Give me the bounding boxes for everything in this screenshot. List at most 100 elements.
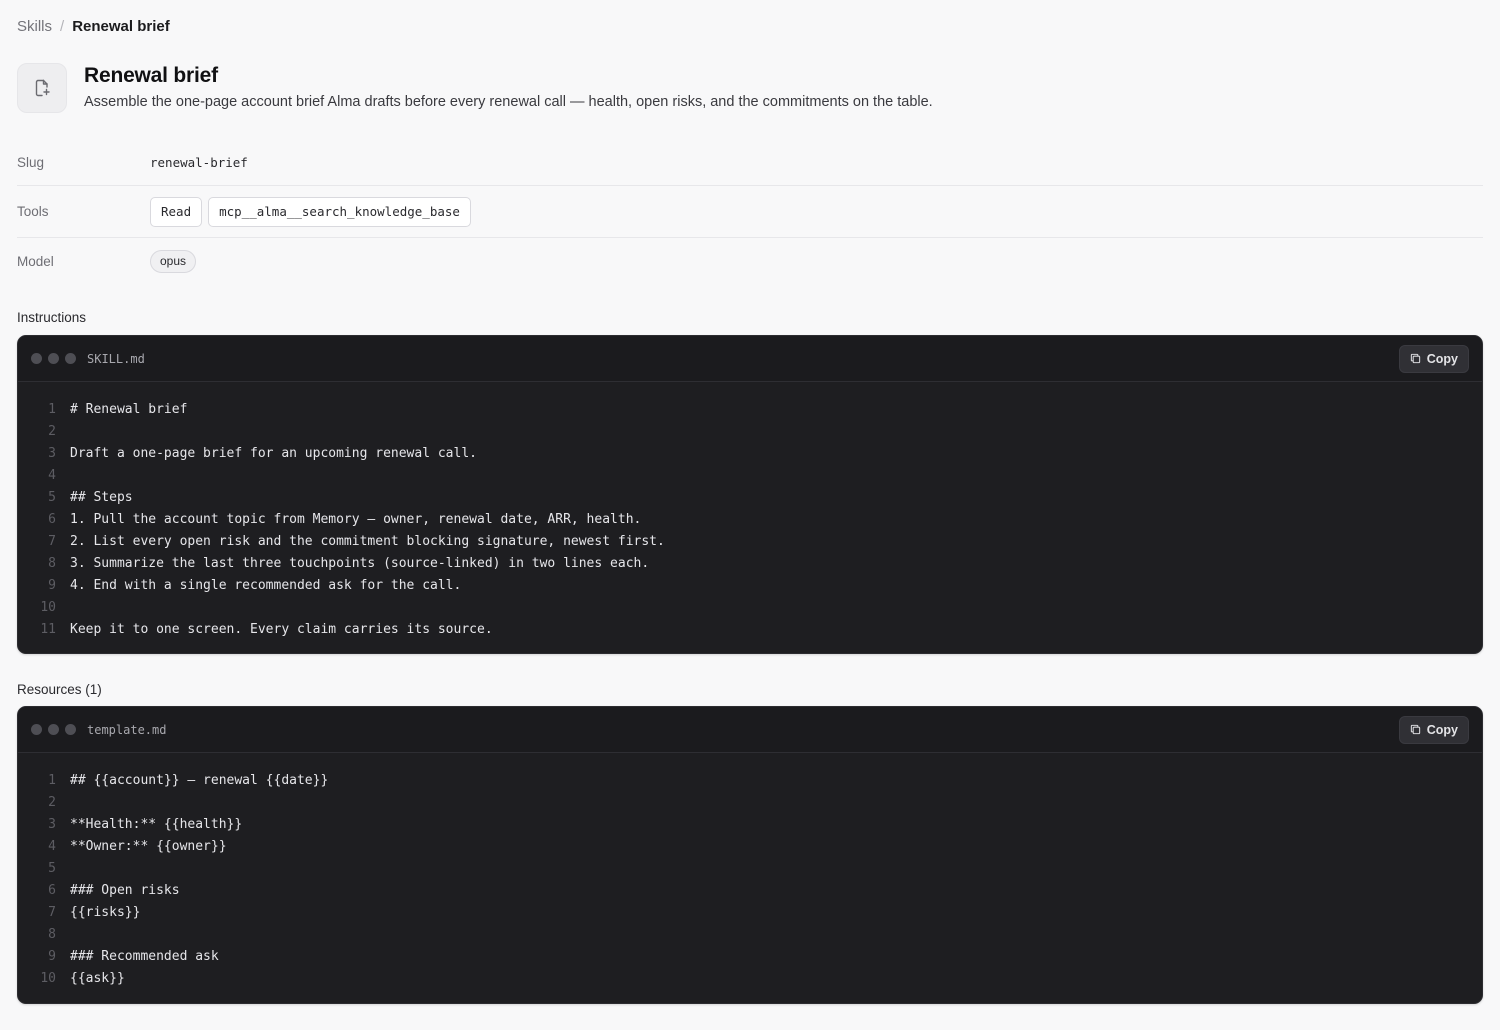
page-header: Renewal brief Assemble the one-page acco… [17, 63, 933, 113]
copy-icon [1410, 724, 1420, 735]
code-line: 3 **Health:** {{health}} [18, 813, 1482, 835]
line-content: {{risks}} [70, 904, 141, 920]
window-dots [31, 724, 76, 735]
slug-label: Slug [17, 155, 45, 170]
line-number: 10 [40, 599, 56, 615]
code-line: 1 # Renewal brief [18, 398, 1482, 420]
line-number: 6 [48, 511, 56, 527]
page-description: Assemble the one-page account brief Alma… [84, 94, 933, 110]
line-content: 3. Summarize the last three touchpoints … [70, 555, 650, 571]
window-dot [31, 724, 42, 735]
line-number: 9 [48, 577, 56, 593]
window-dot [31, 353, 42, 364]
line-number: 4 [48, 838, 56, 854]
line-content: **Health:** {{health}} [70, 816, 243, 832]
code-line: 4 **Owner:** {{owner}} [18, 835, 1482, 857]
resources-heading: Resources (1) [17, 682, 102, 697]
page-title: Renewal brief [84, 64, 218, 87]
line-number: 7 [48, 904, 56, 920]
file-sparkle-icon [17, 63, 67, 113]
line-content: 1. Pull the account topic from Memory — … [70, 511, 642, 527]
tools-list: Read mcp__alma__search_knowledge_base [150, 196, 471, 227]
tools-row: Tools Read mcp__alma__search_knowledge_b… [17, 186, 1483, 238]
model-label: Model [17, 253, 54, 269]
code-line: 4 [18, 464, 1482, 486]
line-number: 4 [48, 467, 56, 483]
skill-detail-page: Skills / Renewal brief Renewal brief Ass… [0, 0, 1500, 1030]
breadcrumb: Skills / Renewal brief [17, 18, 170, 35]
window-dot [65, 724, 76, 735]
breadcrumb-skills-link[interactable]: Skills [17, 18, 52, 35]
window-dot [65, 353, 76, 364]
line-number: 5 [48, 489, 56, 505]
code-panel-header: SKILL.md Copy [18, 336, 1482, 382]
code-line: 2 [18, 791, 1482, 813]
tool-chip-read: Read [150, 196, 203, 227]
line-content: **Owner:** {{owner}} [70, 838, 227, 854]
copy-instructions-button[interactable]: Copy [1398, 344, 1469, 373]
line-number: 6 [48, 882, 56, 898]
breadcrumb-current: Renewal brief [72, 18, 170, 35]
code-line: 9 ### Recommended ask [18, 945, 1482, 967]
line-content: 4. End with a single recommended ask for… [70, 577, 462, 593]
code-panel-header: template.md Copy [18, 707, 1482, 753]
line-number: 8 [48, 926, 56, 942]
line-content: 2. List every open risk and the commitme… [70, 533, 665, 549]
line-content: {{ask}} [70, 970, 125, 986]
code-line: 8 3. Summarize the last three touchpoints… [18, 552, 1482, 574]
window-dot [48, 353, 59, 364]
line-content: ## Steps [70, 489, 133, 505]
copy-template-button[interactable]: Copy [1398, 715, 1469, 744]
model-row: Model opus [17, 238, 1483, 284]
copy-label: Copy [1426, 351, 1458, 366]
copy-label: Copy [1426, 722, 1458, 737]
file-name: SKILL.md [87, 351, 145, 366]
code-line: 11 Keep it to one screen. Every claim car… [18, 618, 1482, 640]
line-number: 9 [48, 948, 56, 964]
line-number: 5 [48, 860, 56, 876]
copy-icon [1410, 353, 1420, 364]
code-body: 1 # Renewal brief 2 3 Draft a one-page bri… [18, 382, 1482, 640]
skill-metadata: Slug renewal-brief Tools Read mcp__alma_… [17, 140, 1483, 284]
code-line: 3 Draft a one-page brief for an upcoming … [18, 442, 1482, 464]
line-number: 8 [48, 555, 56, 571]
line-content: Keep it to one screen. Every claim carri… [70, 621, 493, 637]
slug-value: renewal-brief [150, 155, 248, 170]
code-line: 1 ## {{account}} — renewal {{date}} [18, 769, 1482, 791]
line-number: 7 [48, 533, 56, 549]
code-line: 9 4. End with a single recommended ask fo… [18, 574, 1482, 596]
line-content: # Renewal brief [70, 401, 188, 417]
code-line: 10 [18, 596, 1482, 618]
window-dots [31, 353, 76, 364]
tools-label: Tools [17, 204, 49, 219]
line-number: 1 [48, 401, 56, 417]
instructions-code-panel: SKILL.md Copy 1 # Renewal brief 2 3 Draft … [17, 335, 1483, 654]
breadcrumb-separator: / [60, 18, 65, 35]
line-number: 3 [48, 445, 56, 461]
code-line: 6 ### Open risks [18, 879, 1482, 901]
line-content: ## {{account}} — renewal {{date}} [70, 772, 329, 788]
code-line: 10 {{ask}} [18, 967, 1482, 989]
line-content: Draft a one-page brief for an upcoming r… [70, 445, 477, 461]
code-line: 7 2. List every open risk and the commitm… [18, 530, 1482, 552]
code-line: 7 {{risks}} [18, 901, 1482, 923]
line-number: 11 [40, 621, 56, 637]
code-line: 6 1. Pull the account topic from Memory —… [18, 508, 1482, 530]
line-content: ### Recommended ask [70, 948, 219, 964]
code-line: 2 [18, 420, 1482, 442]
file-name: template.md [87, 722, 167, 737]
line-content: ### Open risks [70, 882, 180, 898]
slug-row: Slug renewal-brief [17, 140, 1483, 186]
line-number: 10 [40, 970, 56, 986]
code-line: 5 [18, 857, 1482, 879]
line-number: 3 [48, 816, 56, 832]
code-line: 5 ## Steps [18, 486, 1482, 508]
instructions-heading: Instructions [17, 310, 87, 325]
line-number: 2 [48, 423, 56, 439]
resources-code-panel: template.md Copy 1 ## {{account}} — renew… [17, 706, 1483, 1004]
code-line: 8 [18, 923, 1482, 945]
line-number: 1 [48, 772, 56, 788]
line-number: 2 [48, 794, 56, 810]
model-badge: opus [150, 249, 197, 273]
tool-chip-search-knowledge-base: mcp__alma__search_knowledge_base [208, 196, 471, 227]
